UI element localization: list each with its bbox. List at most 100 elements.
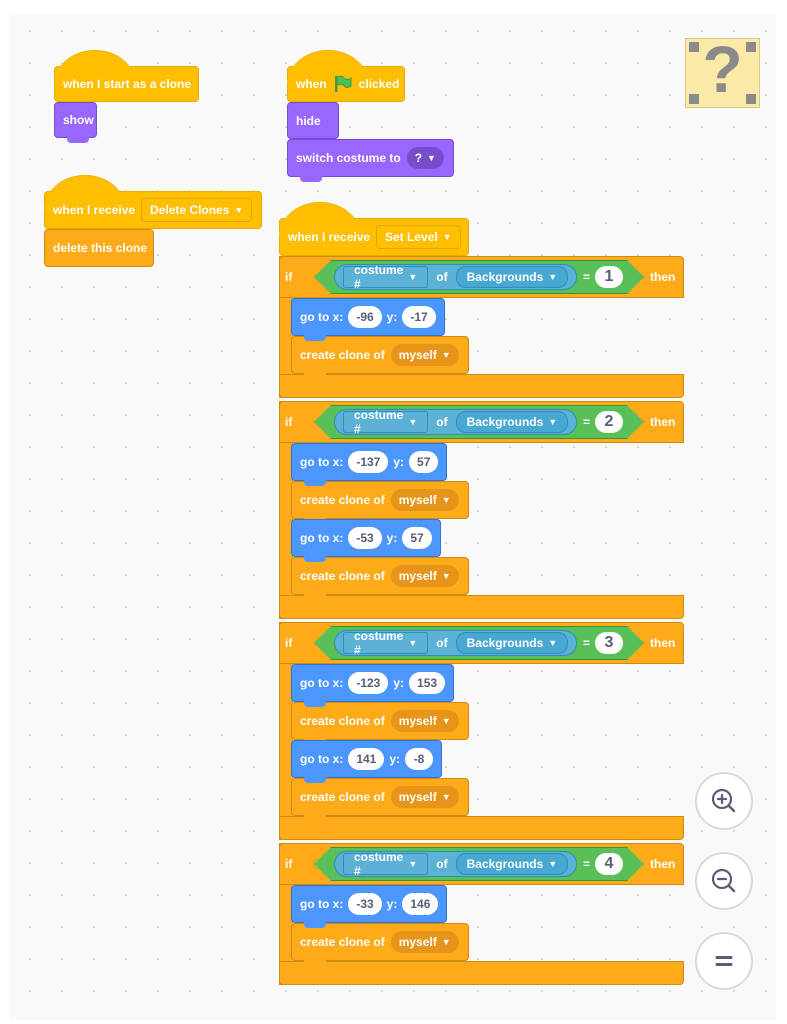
dropdown-caret-icon: ▼ — [442, 232, 452, 242]
zoom-out-button[interactable] — [695, 852, 753, 910]
equals-sign: = — [583, 636, 591, 650]
equals-icon — [715, 956, 733, 966]
x-input[interactable]: -137 — [348, 451, 389, 473]
switch-costume-block[interactable]: switch costume to ? ▼ — [287, 139, 454, 182]
zoom-out-icon — [711, 868, 736, 893]
x-input[interactable]: -33 — [348, 893, 382, 915]
costume-dropdown[interactable]: ? ▼ — [406, 147, 444, 169]
target-dropdown[interactable]: Backgrounds ▼ — [455, 632, 569, 654]
green-flag-icon — [334, 75, 352, 92]
dropdown-caret-icon: ▼ — [548, 272, 558, 282]
x-input[interactable]: -53 — [348, 527, 382, 549]
y-input[interactable]: 57 — [409, 451, 439, 473]
dropdown-value: Delete Clones — [150, 203, 230, 217]
go-to-xy-block[interactable]: go to x: -96 y: -17 — [291, 298, 445, 341]
compare-value-input[interactable]: 3 — [595, 632, 623, 654]
then-label: then — [650, 270, 676, 284]
block-label: create clone of — [300, 348, 385, 362]
message-dropdown[interactable]: Delete Clones ▼ — [141, 198, 253, 222]
when-i-receive-set-level-hat[interactable]: when I receive Set Level ▼ — [279, 202, 469, 256]
if-label: if — [285, 636, 293, 650]
create-clone-block[interactable]: create clone of myself ▼ — [291, 702, 469, 745]
block-notch — [300, 175, 322, 182]
block-label: go to x: — [300, 531, 344, 545]
clone-target-dropdown[interactable]: myself ▼ — [390, 710, 459, 732]
dropdown-value: costume # — [354, 263, 404, 291]
zoom-in-button[interactable] — [695, 772, 753, 830]
sensing-of-reporter[interactable]: costume # ▼ of Backgrounds ▼ — [334, 263, 577, 291]
go-to-xy-block[interactable]: go to x: -33 y: 146 — [291, 885, 448, 928]
dropdown-caret-icon: ▼ — [548, 859, 558, 869]
of-label: of — [436, 415, 448, 429]
equals-operator[interactable]: costume # ▼ of Backgrounds ▼ = 4 — [314, 847, 644, 881]
property-dropdown[interactable]: costume # ▼ — [343, 629, 429, 657]
equals-sign: = — [583, 857, 591, 871]
y-input[interactable]: 153 — [409, 672, 446, 694]
x-input[interactable]: 141 — [348, 748, 385, 770]
if-label: if — [285, 415, 293, 429]
y-input[interactable]: -8 — [405, 748, 434, 770]
create-clone-block[interactable]: create clone of myself ▼ — [291, 481, 469, 524]
dropdown-value: myself — [398, 790, 437, 804]
y-input[interactable]: 57 — [402, 527, 432, 549]
go-to-xy-block[interactable]: go to x: -137 y: 57 — [291, 443, 448, 486]
of-label: of — [436, 636, 448, 650]
y-input[interactable]: 146 — [402, 893, 439, 915]
compare-value-input[interactable]: 4 — [595, 853, 623, 875]
reset-zoom-button[interactable] — [695, 932, 753, 990]
sensing-of-reporter[interactable]: costume # ▼ of Backgrounds ▼ — [334, 850, 577, 878]
go-to-xy-block[interactable]: go to x: -123 y: 153 — [291, 664, 455, 707]
create-clone-block[interactable]: create clone of myself ▼ — [291, 778, 469, 821]
when-i-receive-hat[interactable]: when I receive Delete Clones ▼ — [44, 175, 262, 229]
clone-target-dropdown[interactable]: myself ▼ — [390, 565, 459, 587]
hide-block[interactable]: hide — [287, 102, 339, 139]
go-to-xy-block[interactable]: go to x: -53 y: 57 — [291, 519, 441, 562]
when-flag-clicked-hat[interactable]: when clicked — [287, 50, 405, 102]
block-label: go to x: — [300, 752, 344, 766]
dropdown-value: myself — [398, 935, 437, 949]
hat-label: when — [296, 77, 327, 91]
dropdown-value: costume # — [354, 629, 404, 657]
x-input[interactable]: -96 — [348, 306, 382, 328]
block-label: go to x: — [300, 676, 344, 690]
y-label: y: — [389, 752, 401, 766]
sensing-of-reporter[interactable]: costume # ▼ of Backgrounds ▼ — [334, 408, 577, 436]
clone-target-dropdown[interactable]: myself ▼ — [390, 931, 459, 953]
equals-operator[interactable]: costume # ▼ of Backgrounds ▼ = 3 — [314, 626, 644, 660]
block-notch — [304, 776, 326, 783]
dropdown-value: myself — [398, 493, 437, 507]
target-dropdown[interactable]: Backgrounds ▼ — [455, 411, 569, 433]
y-label: y: — [393, 455, 405, 469]
go-to-xy-block[interactable]: go to x: 141 y: -8 — [291, 740, 443, 783]
target-dropdown[interactable]: Backgrounds ▼ — [455, 853, 569, 875]
sensing-of-reporter[interactable]: costume # ▼ of Backgrounds ▼ — [334, 629, 577, 657]
delete-this-clone-block[interactable]: delete this clone — [44, 229, 154, 267]
target-dropdown[interactable]: Backgrounds ▼ — [455, 266, 569, 288]
dropdown-value: Set Level — [385, 230, 438, 244]
property-dropdown[interactable]: costume # ▼ — [343, 408, 429, 436]
create-clone-block[interactable]: create clone of myself ▼ — [291, 336, 469, 379]
show-block[interactable]: show — [54, 102, 97, 143]
create-clone-block[interactable]: create clone of myself ▼ — [291, 923, 469, 966]
create-clone-block[interactable]: create clone of myself ▼ — [291, 557, 469, 600]
x-input[interactable]: -123 — [348, 672, 389, 694]
dropdown-value: Backgrounds — [466, 857, 544, 871]
compare-value-input[interactable]: 2 — [595, 411, 623, 433]
block-notch — [304, 921, 326, 928]
block-notch — [304, 593, 326, 600]
then-label: then — [650, 857, 676, 871]
compare-value-input[interactable]: 1 — [595, 266, 623, 288]
clone-target-dropdown[interactable]: myself ▼ — [390, 489, 459, 511]
dropdown-value: costume # — [354, 850, 404, 878]
equals-operator[interactable]: costume # ▼ of Backgrounds ▼ = 2 — [314, 405, 644, 439]
clone-target-dropdown[interactable]: myself ▼ — [390, 786, 459, 808]
block-notch — [304, 334, 326, 341]
property-dropdown[interactable]: costume # ▼ — [343, 850, 429, 878]
equals-operator[interactable]: costume # ▼ of Backgrounds ▼ = 1 — [314, 260, 644, 294]
y-input[interactable]: -17 — [402, 306, 436, 328]
dropdown-value: myself — [398, 569, 437, 583]
message-dropdown[interactable]: Set Level ▼ — [376, 225, 461, 249]
property-dropdown[interactable]: costume # ▼ — [343, 263, 429, 291]
when-start-as-clone-hat[interactable]: when I start as a clone — [54, 50, 199, 102]
clone-target-dropdown[interactable]: myself ▼ — [390, 344, 459, 366]
